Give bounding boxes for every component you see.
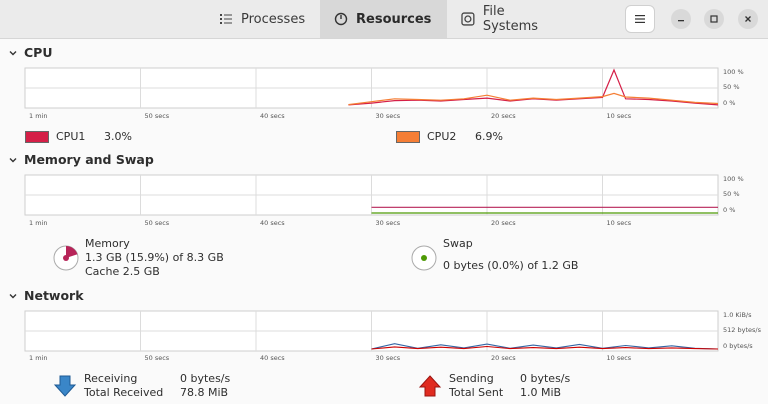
gauge-icon	[334, 12, 348, 26]
y-tick-label: 100 %	[723, 175, 744, 183]
x-tick-label: 50 secs	[144, 219, 170, 227]
total-received-label: Total Received	[84, 386, 164, 399]
x-tick-label: 10 secs	[606, 219, 632, 227]
cpu2-label: CPU2	[427, 130, 457, 143]
x-tick-label: 30 secs	[375, 219, 401, 227]
tab-processes[interactable]: Processes	[205, 0, 320, 38]
download-arrow-icon[interactable]	[53, 374, 77, 398]
cpu1-color-swatch[interactable]	[25, 131, 49, 143]
total-sent-value: 1.0 MiB	[520, 386, 562, 399]
y-tick-label: 512 bytes/s	[723, 326, 761, 334]
cpu-section-toggle[interactable]: CPU	[8, 45, 53, 60]
maximize-icon	[710, 15, 718, 23]
memory-history-graph	[24, 174, 719, 216]
minimize-button[interactable]	[671, 9, 691, 29]
cpu1-label: CPU1	[56, 130, 86, 143]
network-history-graph	[24, 310, 719, 352]
header-bar: Processes Resources File Systems	[0, 0, 768, 39]
swap-detail: 0 bytes (0.0%) of 1.2 GB	[443, 259, 579, 272]
x-tick-label: 20 secs	[491, 112, 516, 120]
y-tick-label: 0 %	[723, 99, 736, 107]
sending-value: 0 bytes/s	[520, 372, 571, 385]
cpu1-value: 3.0%	[104, 130, 132, 143]
main-menu-button[interactable]	[625, 5, 655, 33]
memory-pie-icon[interactable]	[53, 245, 79, 271]
upload-arrow-icon[interactable]	[418, 374, 442, 398]
x-tick-label: 1 min	[29, 112, 48, 120]
minimize-icon	[678, 20, 684, 22]
sending-label: Sending	[449, 372, 494, 385]
chevron-down-icon	[9, 50, 17, 55]
y-tick-label: 0 bytes/s	[723, 342, 753, 350]
maximize-button[interactable]	[704, 9, 724, 29]
list-icon	[220, 14, 232, 24]
memory-section-title: Memory and Swap	[24, 152, 154, 167]
cpu2-color-swatch[interactable]	[396, 131, 420, 143]
x-tick-label: 20 secs	[491, 354, 516, 362]
x-tick-label: 40 secs	[260, 112, 285, 120]
memory-section-toggle[interactable]: Memory and Swap	[8, 152, 154, 167]
total-sent-label: Total Sent	[449, 386, 504, 399]
x-tick-label: 1 min	[29, 354, 48, 362]
network-section-title: Network	[24, 288, 84, 303]
x-tick-label: 20 secs	[491, 219, 516, 227]
swap-label: Swap	[443, 237, 473, 250]
close-button[interactable]	[738, 9, 758, 29]
disk-icon	[461, 12, 475, 26]
memory-cache: Cache 2.5 GB	[85, 265, 160, 278]
y-tick-label: 1.0 KiB/s	[723, 311, 752, 319]
x-tick-label: 30 secs	[375, 354, 401, 362]
x-tick-label: 50 secs	[144, 112, 170, 120]
total-received-value: 78.8 MiB	[180, 386, 229, 399]
x-tick-label: 30 secs	[375, 112, 401, 120]
cpu-history-graph	[24, 67, 719, 109]
chevron-down-icon	[9, 293, 17, 298]
y-tick-label: 50 %	[723, 190, 740, 198]
hamburger-icon	[635, 15, 645, 23]
receiving-value: 0 bytes/s	[180, 372, 231, 385]
tab-file-systems-label: File Systems	[482, 4, 539, 34]
network-section-toggle[interactable]: Network	[8, 288, 84, 303]
cpu2-value: 6.9%	[475, 130, 503, 143]
x-tick-label: 1 min	[29, 219, 48, 227]
y-tick-label: 0 %	[723, 206, 736, 214]
memory-label: Memory	[85, 237, 130, 250]
receiving-label: Receiving	[84, 372, 138, 385]
chevron-down-icon	[9, 157, 17, 162]
tab-resources-label: Resources	[356, 11, 432, 27]
memory-detail: 1.3 GB (15.9%) of 8.3 GB	[85, 251, 224, 264]
x-tick-label: 40 secs	[260, 354, 285, 362]
tab-file-systems[interactable]: File Systems	[447, 0, 577, 38]
close-icon	[745, 16, 751, 22]
x-tick-label: 10 secs	[606, 354, 632, 362]
x-tick-label: 10 secs	[606, 112, 632, 120]
swap-pie-icon[interactable]	[411, 245, 437, 271]
tab-resources[interactable]: Resources	[320, 0, 447, 38]
cpu-section-title: CPU	[24, 45, 53, 60]
y-tick-label: 50 %	[723, 83, 740, 91]
tab-processes-label: Processes	[241, 11, 306, 27]
x-tick-label: 50 secs	[144, 354, 170, 362]
x-tick-label: 40 secs	[260, 219, 285, 227]
y-tick-label: 100 %	[723, 68, 744, 76]
